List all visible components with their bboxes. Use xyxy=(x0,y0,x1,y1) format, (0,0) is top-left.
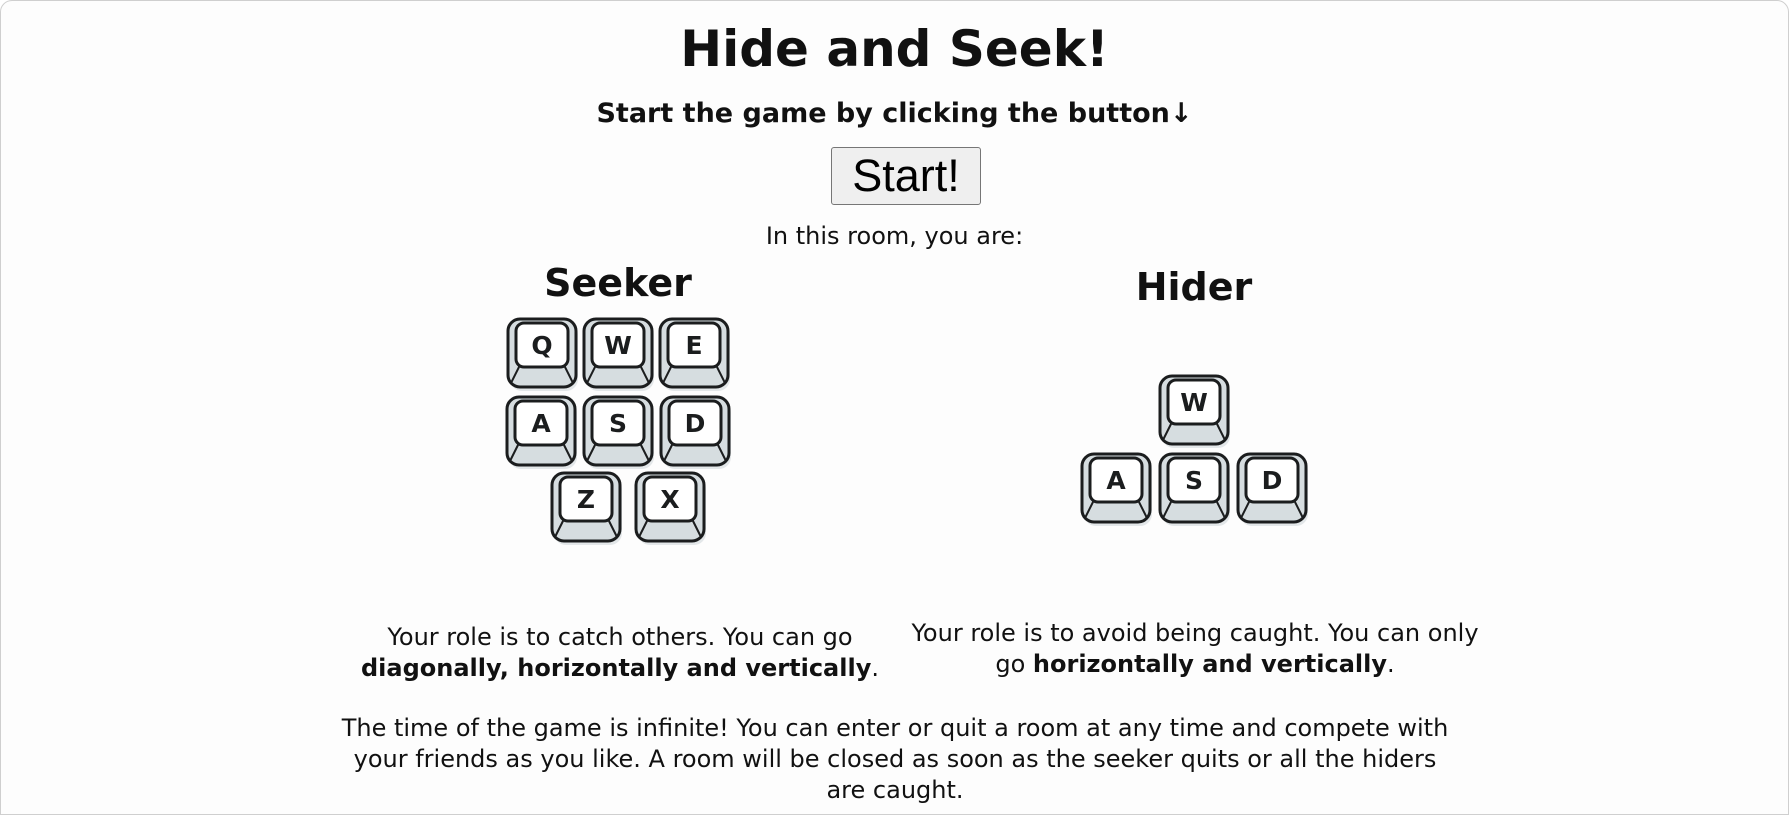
seeker-desc-text: Your role is to catch others. You can go xyxy=(387,623,853,651)
svg-text:D: D xyxy=(685,409,706,438)
seeker-key-s: S xyxy=(582,395,654,469)
start-button[interactable]: Start! xyxy=(831,147,981,205)
svg-text:Z: Z xyxy=(577,485,595,514)
svg-text:W: W xyxy=(604,331,632,360)
seeker-heading: Seeker xyxy=(544,261,692,305)
svg-text:W: W xyxy=(1180,388,1208,417)
hider-heading: Hider xyxy=(1135,265,1253,309)
page-title: Hide and Seek! xyxy=(680,20,1109,78)
seeker-key-d: D xyxy=(659,395,731,469)
hider-desc-bold: horizontally and vertically xyxy=(1032,650,1387,678)
hider-key-d: D xyxy=(1236,452,1308,526)
hider-description: Your role is to avoid being caught. You … xyxy=(900,618,1490,680)
svg-text:S: S xyxy=(1185,466,1203,495)
seeker-key-a: A xyxy=(505,395,577,469)
svg-text:D: D xyxy=(1262,466,1283,495)
seeker-keys-illustration: Q W E A S D Z X xyxy=(505,317,731,545)
seeker-key-x: X xyxy=(634,471,706,545)
svg-text:A: A xyxy=(531,409,551,438)
svg-text:A: A xyxy=(1106,466,1126,495)
seeker-key-e: E xyxy=(658,317,730,391)
seeker-description: Your role is to catch others. You can go… xyxy=(340,622,900,684)
svg-text:E: E xyxy=(685,331,702,360)
hider-key-w: W xyxy=(1158,374,1230,448)
subtitle: Start the game by clicking the button↓ xyxy=(596,98,1193,129)
hider-key-a: A xyxy=(1080,452,1152,526)
seeker-key-z: Z xyxy=(550,471,622,545)
seeker-key-w: W xyxy=(582,317,654,391)
svg-text:S: S xyxy=(609,409,627,438)
seeker-desc-bold: diagonally, horizontally and vertically xyxy=(361,654,872,682)
room-role-label: In this room, you are: xyxy=(765,222,1024,250)
hider-desc-period: . xyxy=(1387,650,1395,678)
seeker-desc-period: . xyxy=(871,654,879,682)
svg-text:Q: Q xyxy=(531,331,552,360)
svg-text:X: X xyxy=(660,485,679,514)
hider-keys-illustration: W A S D xyxy=(1080,374,1308,526)
seeker-key-q: Q xyxy=(506,317,578,391)
hider-key-s: S xyxy=(1158,452,1230,526)
game-info-text: The time of the game is infinite! You ca… xyxy=(341,714,1449,804)
